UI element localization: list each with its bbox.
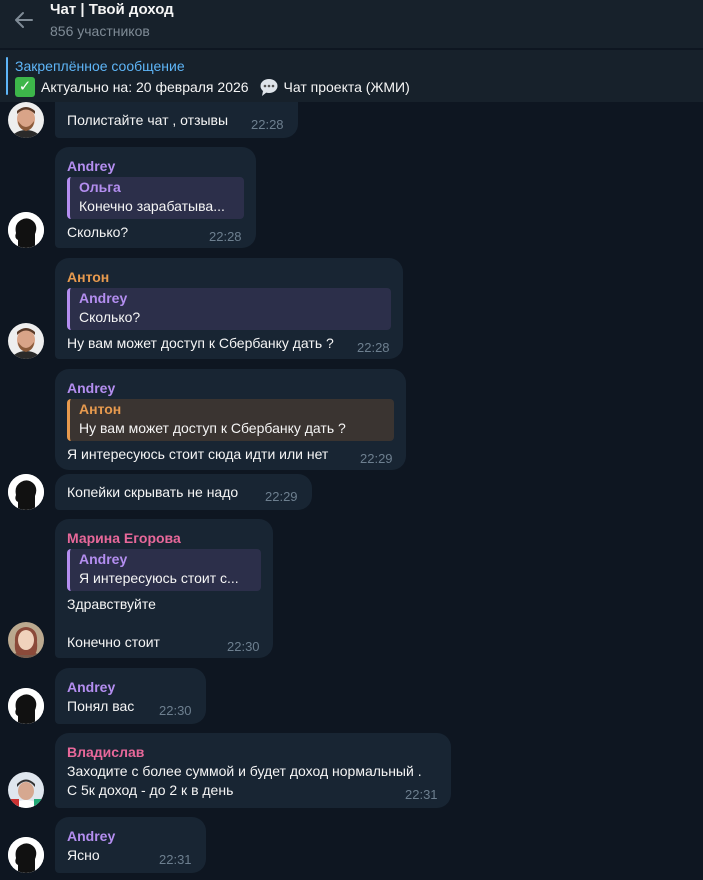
reply-text: Конечно зарабатыва... [79,198,225,214]
chat-title[interactable]: Чат | Твой доход [50,1,174,18]
member-count: 856 участников [50,23,150,39]
message-author[interactable]: Andrey [67,380,115,396]
pinned-indicator [6,57,8,95]
message-text-line2: С 5к доход - до 2 к в день [67,782,234,798]
reply-author: Andrey [79,290,128,306]
back-arrow-icon[interactable] [8,4,40,36]
avatar[interactable] [8,772,44,808]
message-time: 22:28 [209,229,242,244]
message-text: Я интересуюсь стоит сюда идти или нет [67,446,329,462]
avatar[interactable] [8,102,44,138]
message-text: Полистайте чат , отзывы [67,112,229,128]
message-bubble[interactable]: Andrey Понял вас 22:30 [55,668,206,724]
message-time: 22:29 [265,489,298,504]
message-time: 22:30 [227,639,260,654]
message-bubble[interactable]: Марина Егорова Andrey Я интересуюсь стои… [55,519,273,658]
avatar[interactable] [8,474,44,510]
reply-author: Антон [79,401,122,417]
reply-text: Ну вам может доступ к Сбербанку дать ? [79,420,346,436]
check-mark-icon: ✓ [15,77,35,97]
message-text: Заходите с более суммой и будет доход но… [67,763,422,779]
message-bubble[interactable]: Владислав Заходите с более суммой и буде… [55,733,451,808]
pinned-text: ✓ Актуально на: 20 февраля 2026 Чат прое… [15,77,410,97]
reply-quote[interactable]: Антон Ну вам может доступ к Сбербанку да… [67,399,394,441]
message-text: Понял вас [67,698,135,714]
pinned-text-chat: Чат проекта (ЖМИ) [283,79,410,95]
message-list[interactable]: Полистайте чат , отзывы 22:28 Andrey Оль… [0,102,703,880]
message-time: 22:31 [405,787,438,802]
message-time: 22:29 [360,451,393,466]
avatar[interactable] [8,212,44,248]
message-bubble[interactable]: Andrey Ольга Конечно зарабатыва... Сколь… [55,147,256,248]
message-text: Сколько? [67,224,129,240]
reply-text: Сколько? [79,309,141,325]
avatar[interactable] [8,622,44,658]
message-author[interactable]: Andrey [67,158,115,174]
pinned-label: Закреплённое сообщение [15,58,185,74]
message-time: 22:28 [357,340,390,355]
message-author[interactable]: Andrey [67,679,115,695]
message-bubble[interactable]: Andrey Антон Ну вам может доступ к Сберб… [55,369,406,470]
message-text-line2: Конечно стоит [67,634,160,650]
message-time: 22:30 [159,703,192,718]
message-text: Ну вам может доступ к Сбербанку дать ? [67,335,334,351]
avatar[interactable] [8,837,44,873]
message-bubble[interactable]: Полистайте чат , отзывы 22:28 [55,102,298,138]
message-time: 22:28 [251,117,284,132]
reply-quote[interactable]: Andrey Сколько? [67,288,391,330]
avatar[interactable] [8,323,44,359]
avatar[interactable] [8,688,44,724]
speech-bubble-icon [259,77,279,97]
reply-quote[interactable]: Ольга Конечно зарабатыва... [67,177,244,219]
message-author[interactable]: Антон [67,269,109,285]
reply-text: Я интересуюсь стоит с... [79,570,239,586]
message-bubble[interactable]: Andrey Ясно 22:31 [55,817,206,873]
reply-author: Andrey [79,551,128,567]
message-text: Копейки скрывать не надо [67,484,239,500]
chat-header: Чат | Твой доход 856 участников [0,0,703,48]
message-author[interactable]: Марина Егорова [67,530,181,546]
reply-author: Ольга [79,179,121,195]
message-author[interactable]: Владислав [67,744,144,760]
pinned-message[interactable]: Закреплённое сообщение ✓ Актуально на: 2… [0,49,703,102]
message-text: Здравствуйте [67,596,156,612]
message-bubble[interactable]: Антон Andrey Сколько? Ну вам может досту… [55,258,403,359]
message-text: Ясно [67,847,100,863]
message-bubble[interactable]: Копейки скрывать не надо 22:29 [55,474,312,510]
message-author[interactable]: Andrey [67,828,115,844]
reply-quote[interactable]: Andrey Я интересуюсь стоит с... [67,549,261,591]
pinned-text-date: Актуально на: 20 февраля 2026 [41,79,249,95]
message-time: 22:31 [159,852,192,867]
